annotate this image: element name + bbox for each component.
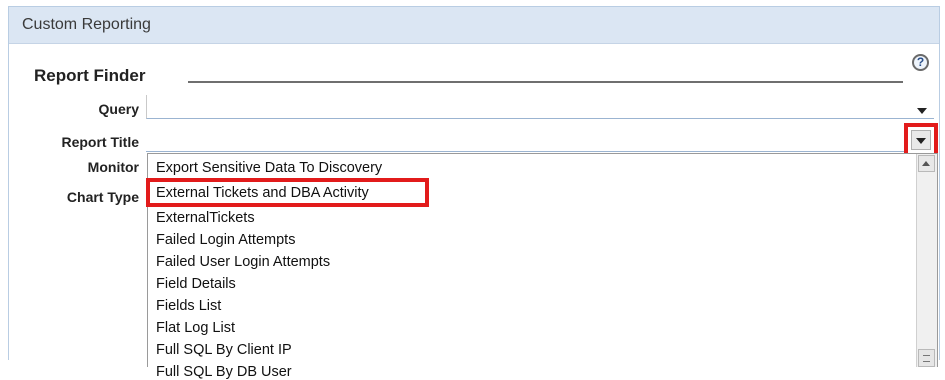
list-item[interactable]: Flat Log List — [156, 320, 235, 336]
monitor-label: Monitor — [87, 159, 139, 175]
list-item[interactable]: Full SQL By DB User — [156, 364, 292, 380]
report-title-dropdown-button[interactable] — [904, 123, 938, 157]
query-chevron-down-icon[interactable] — [917, 108, 927, 114]
panel-title: Custom Reporting — [22, 16, 151, 33]
query-label: Query — [98, 101, 139, 117]
scrollbar[interactable] — [916, 154, 937, 367]
report-title-dropdown-list[interactable]: Export Sensitive Data To Discovery Exter… — [146, 153, 938, 380]
list-item[interactable]: Failed Login Attempts — [156, 232, 295, 248]
list-item[interactable]: ExternalTickets — [156, 210, 255, 226]
custom-reporting-panel: Custom Reporting Report Finder ? Query R… — [8, 6, 940, 380]
report-finder-title: Report Finder — [34, 66, 146, 85]
report-title-select[interactable] — [146, 128, 904, 152]
chart-type-label: Chart Type — [66, 189, 139, 205]
list-item[interactable]: Full SQL By Client IP — [156, 342, 292, 358]
help-icon[interactable]: ? — [912, 54, 929, 71]
highlight-box — [146, 178, 429, 207]
list-item[interactable]: Fields List — [156, 298, 221, 314]
list-item[interactable]: Field Details — [156, 276, 236, 292]
report-title-label: Report Title — [61, 134, 139, 150]
chevron-down-icon — [916, 138, 926, 144]
scroll-up-button[interactable] — [918, 155, 935, 172]
panel-header: Custom Reporting — [9, 7, 939, 44]
dropdown-button-face — [911, 130, 931, 150]
list-item[interactable]: Failed User Login Attempts — [156, 254, 330, 270]
query-select[interactable] — [146, 95, 934, 119]
list-item[interactable]: Export Sensitive Data To Discovery — [156, 160, 382, 176]
section-divider — [188, 81, 903, 83]
scroll-thumb[interactable] — [918, 349, 935, 367]
